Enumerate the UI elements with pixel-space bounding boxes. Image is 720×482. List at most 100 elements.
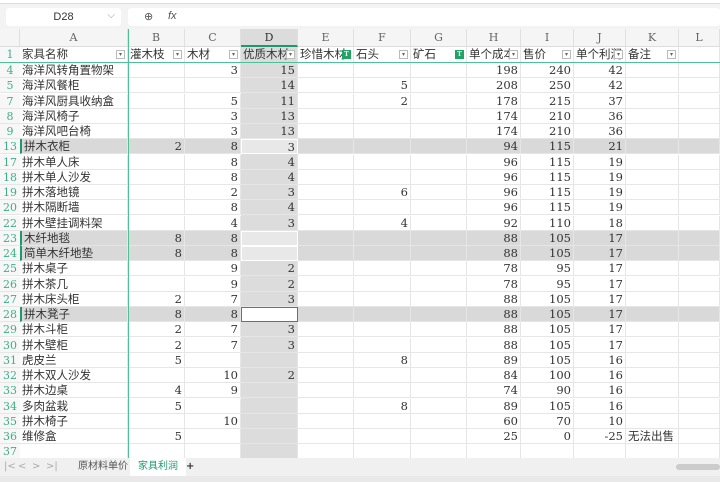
filter-dropdown-icon[interactable]: ▾: [399, 50, 408, 59]
sheet-tab[interactable]: 原材料单价: [70, 458, 136, 476]
table-cell[interactable]: [298, 413, 354, 429]
table-cell[interactable]: 8: [128, 230, 185, 246]
table-cell[interactable]: 3: [241, 337, 298, 353]
table-cell[interactable]: 4: [241, 154, 298, 170]
table-cell[interactable]: [679, 78, 720, 94]
table-cell[interactable]: 96: [467, 154, 521, 170]
table-cell[interactable]: [411, 352, 467, 368]
table-cell[interactable]: [298, 93, 354, 109]
row-header[interactable]: 30: [0, 337, 20, 353]
table-cell[interactable]: [298, 444, 354, 458]
table-cell[interactable]: 115: [521, 139, 574, 155]
table-cell[interactable]: 15: [241, 63, 298, 78]
table-cell[interactable]: 海洋风转角置物架: [20, 63, 128, 78]
table-cell[interactable]: 89: [467, 352, 521, 368]
table-cell[interactable]: [298, 154, 354, 170]
table-cell[interactable]: 3: [241, 185, 298, 200]
table-cell[interactable]: [128, 169, 185, 185]
table-cell[interactable]: 105: [521, 246, 574, 261]
table-cell[interactable]: 94: [467, 139, 521, 155]
table-cell[interactable]: 简单木纤地垫: [20, 246, 128, 261]
row-header[interactable]: 33: [0, 383, 20, 399]
table-cell[interactable]: [626, 230, 679, 246]
table-cell[interactable]: [411, 78, 467, 94]
table-cell[interactable]: [679, 215, 720, 231]
table-cell[interactable]: 8: [128, 307, 185, 322]
table-cell[interactable]: 8: [185, 154, 241, 170]
table-cell[interactable]: 5: [185, 93, 241, 109]
table-cell[interactable]: [679, 307, 720, 322]
table-cell[interactable]: 105: [521, 307, 574, 322]
table-cell[interactable]: [354, 383, 411, 399]
table-cell[interactable]: 84: [467, 368, 521, 383]
table-cell[interactable]: [298, 322, 354, 338]
table-cell[interactable]: [354, 230, 411, 246]
column-header-K[interactable]: K: [626, 29, 679, 47]
table-cell[interactable]: [128, 368, 185, 383]
filter-dropdown-icon[interactable]: ▾: [286, 50, 295, 59]
table-cell[interactable]: [626, 93, 679, 109]
table-cell[interactable]: 19: [574, 185, 626, 200]
table-cell[interactable]: 25: [467, 429, 521, 444]
table-cell[interactable]: [411, 307, 467, 322]
table-cell[interactable]: 8: [185, 230, 241, 246]
table-cell[interactable]: [128, 261, 185, 277]
filter-dropdown-icon[interactable]: ▾: [614, 50, 623, 59]
table-cell[interactable]: 105: [521, 352, 574, 368]
table-cell[interactable]: 105: [521, 322, 574, 338]
table-cell[interactable]: [128, 108, 185, 124]
table-cell[interactable]: [354, 444, 411, 458]
table-cell[interactable]: 4: [128, 383, 185, 399]
table-cell[interactable]: 88: [467, 246, 521, 261]
table-cell[interactable]: 5: [128, 352, 185, 368]
table-cell[interactable]: [411, 154, 467, 170]
table-cell[interactable]: 115: [521, 200, 574, 216]
table-cell[interactable]: [626, 185, 679, 200]
table-cell[interactable]: 多肉盆栽: [20, 398, 128, 414]
add-sheet-button[interactable]: +: [178, 458, 202, 476]
table-cell[interactable]: [354, 337, 411, 353]
table-cell[interactable]: 88: [467, 230, 521, 246]
table-cell[interactable]: 16: [574, 352, 626, 368]
table-cell[interactable]: 17: [574, 291, 626, 307]
table-cell[interactable]: 3: [241, 322, 298, 338]
table-cell[interactable]: 105: [521, 230, 574, 246]
zoom-icon[interactable]: ⊕: [144, 10, 153, 23]
table-cell[interactable]: [626, 413, 679, 429]
table-cell[interactable]: 17: [574, 261, 626, 277]
table-cell[interactable]: [626, 368, 679, 383]
table-cell[interactable]: [354, 307, 411, 322]
table-cell[interactable]: 42: [574, 63, 626, 78]
table-cell[interactable]: 7: [185, 337, 241, 353]
table-cell[interactable]: [354, 124, 411, 139]
sheet-nav-0-icon[interactable]: |<: [4, 458, 16, 476]
table-cell[interactable]: 海洋风餐柜: [20, 78, 128, 94]
column-header-H[interactable]: H: [467, 29, 521, 47]
table-cell[interactable]: 拼木茶几: [20, 276, 128, 292]
table-cell[interactable]: 198: [467, 63, 521, 78]
row-header[interactable]: 28: [0, 307, 20, 322]
table-cell[interactable]: [679, 383, 720, 399]
table-cell[interactable]: [298, 383, 354, 399]
table-cell[interactable]: 13: [241, 124, 298, 139]
row-header[interactable]: 4: [0, 63, 20, 78]
table-cell[interactable]: [679, 63, 720, 78]
table-cell[interactable]: [298, 429, 354, 444]
table-cell[interactable]: [185, 429, 241, 444]
table-cell[interactable]: [679, 139, 720, 155]
table-cell[interactable]: 95: [521, 261, 574, 277]
table-cell[interactable]: [626, 322, 679, 338]
table-cell[interactable]: [298, 352, 354, 368]
table-cell[interactable]: 海洋风吧台椅: [20, 124, 128, 139]
table-cell[interactable]: [298, 215, 354, 231]
table-cell[interactable]: 14: [241, 78, 298, 94]
table-cell[interactable]: [626, 352, 679, 368]
table-cell[interactable]: [411, 276, 467, 292]
table-cell[interactable]: [411, 246, 467, 261]
formula-input[interactable]: ⊕ fx: [128, 8, 720, 26]
table-cell[interactable]: [411, 383, 467, 399]
freeze-pane-horizontal[interactable]: [0, 62, 720, 63]
table-cell[interactable]: [574, 444, 626, 458]
table-cell[interactable]: 10: [185, 368, 241, 383]
table-cell[interactable]: [241, 352, 298, 368]
